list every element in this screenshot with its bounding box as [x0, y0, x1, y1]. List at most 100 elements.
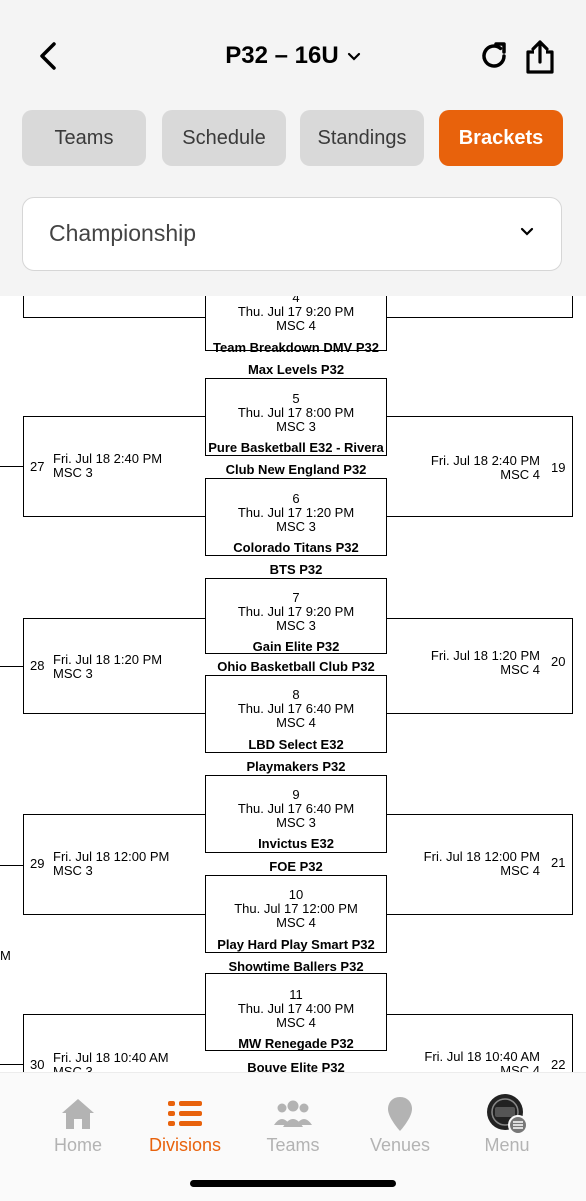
bracket-connector [23, 416, 205, 517]
match-venue: MSC 3 [276, 618, 316, 633]
nav-venues[interactable]: Venues [350, 1095, 450, 1156]
team-name: Club New England P32 [225, 462, 367, 477]
tab-teams[interactable]: Teams [22, 110, 146, 166]
team-name: FOE P32 [269, 859, 323, 874]
p32-logo-menu-icon [487, 1094, 528, 1135]
round-venue: MSC 4 [500, 662, 540, 677]
bracket-connector [23, 296, 205, 318]
match-venue: MSC 3 [276, 815, 316, 830]
nav-divisions-label: Divisions [148, 1135, 222, 1155]
round-time: Fri. Jul 18 1:20 PM [53, 652, 163, 667]
connector-stub [0, 1064, 23, 1065]
round-time: Fri. Jul 18 2:40 PM [53, 451, 163, 466]
team-name: Play Hard Play Smart P32 [217, 937, 375, 952]
nav-venues-label: Venues [369, 1135, 431, 1155]
team-name: LBD Select E32 [248, 737, 344, 752]
refresh-icon[interactable] [476, 38, 512, 74]
nav-menu-label: Menu [484, 1135, 530, 1155]
match-venue: MSC 4 [276, 1015, 316, 1030]
team-name: Colorado Titans P32 [233, 540, 359, 555]
match-time: Thu. Jul 17 9:20 PM [237, 604, 355, 619]
match-time: Thu. Jul 17 9:20 PM [237, 304, 355, 319]
round-time: Fri. Jul 18 10:40 AM [53, 1050, 169, 1065]
home-indicator [190, 1180, 396, 1187]
bracket-connector [387, 618, 573, 714]
team-name: MW Renegade P32 [238, 1036, 354, 1051]
match-time: Thu. Jul 17 4:00 PM [237, 1001, 355, 1016]
round-venue: MSC 4 [500, 863, 540, 878]
match-venue: MSC 4 [276, 318, 316, 333]
round-venue: MSC 3 [53, 465, 93, 480]
round-venue: MSC 4 [500, 1063, 540, 1072]
division-title-text: P32 – 16U [225, 42, 339, 69]
round-number: 20 [551, 654, 566, 669]
tab-schedule[interactable]: Schedule [162, 110, 286, 166]
tab-brackets[interactable]: Brackets [439, 110, 563, 166]
venue-pin-icon [388, 1097, 412, 1131]
team-name: Bouve Elite P32 [247, 1060, 345, 1072]
match-number: 10 [288, 887, 304, 902]
round-venue: MSC 3 [53, 863, 93, 878]
match-venue: MSC 3 [276, 419, 316, 434]
round-time: Fri. Jul 18 10:40 AM [424, 1049, 540, 1064]
round-number: 28 [30, 658, 45, 673]
round-venue: MSC 3 [53, 666, 93, 681]
match-number: 8 [292, 687, 300, 702]
bracket-select[interactable]: Championship [22, 197, 562, 271]
bracket-connector [387, 296, 573, 318]
top-header: P32 – 16U Teams Schedule Standings Brack… [0, 0, 586, 296]
match-venue: MSC 3 [276, 519, 316, 534]
round-time: Fri. Jul 18 12:00 PM [423, 849, 540, 864]
teams-icon [274, 1100, 312, 1127]
tab-standings[interactable]: Standings [300, 110, 424, 166]
round-number: 21 [551, 855, 566, 870]
match-venue: MSC 4 [276, 715, 316, 730]
team-name: Gain Elite P32 [252, 639, 340, 654]
round-venue: MSC 3 [53, 1064, 93, 1072]
match-time: Thu. Jul 17 12:00 PM [234, 901, 358, 916]
team-name: Showtime Ballers P32 [228, 959, 364, 974]
nav-home-label: Home [53, 1135, 102, 1155]
share-icon[interactable] [522, 38, 558, 76]
nav-teams[interactable]: Teams [243, 1095, 343, 1156]
round-number: 27 [30, 459, 45, 474]
match-number: 9 [292, 787, 300, 802]
home-icon [62, 1099, 94, 1129]
bracket-view[interactable]: 4 Thu. Jul 17 9:20 PM MSC 4 Team Breakdo… [0, 296, 586, 1072]
bracket-connector [387, 814, 573, 915]
round-time: Fri. Jul 18 1:20 PM [430, 648, 540, 663]
match-time: Thu. Jul 17 6:40 PM [237, 701, 355, 716]
team-name: Pure Basketball E32 - Rivera [208, 440, 384, 455]
match-venue: MSC 4 [276, 915, 316, 930]
round-number: 19 [551, 460, 566, 475]
team-name: Max Levels P32 [247, 362, 345, 377]
team-name: Playmakers P32 [246, 759, 346, 774]
match-time: Thu. Jul 17 8:00 PM [237, 405, 355, 420]
bracket-select-value: Championship [49, 220, 197, 246]
bracket-connector [23, 814, 205, 915]
match-number: 11 [289, 987, 303, 1002]
team-name: Team Breakdown DMV P32 [213, 340, 379, 355]
round-venue: MSC 4 [500, 467, 540, 482]
round-time: Fri. Jul 18 12:00 PM [53, 849, 170, 864]
connector-stub [0, 865, 23, 866]
connector-stub [0, 466, 23, 467]
team-name: Invictus E32 [258, 836, 334, 851]
divisions-list-icon [168, 1101, 202, 1126]
round-time: Fri. Jul 18 2:40 PM [430, 453, 540, 468]
match-number: 5 [292, 391, 300, 406]
connector-stub [0, 666, 23, 667]
round-number: 29 [30, 856, 45, 871]
chevron-down-icon [347, 52, 360, 61]
round-number: 22 [551, 1057, 566, 1072]
team-name: Ohio Basketball Club P32 [217, 659, 375, 674]
nav-divisions[interactable]: Divisions [135, 1095, 235, 1156]
match-time: Thu. Jul 17 1:20 PM [237, 505, 355, 520]
nav-menu[interactable]: Menu [457, 1094, 557, 1156]
nav-teams-label: Teams [266, 1135, 320, 1155]
nav-home[interactable]: Home [28, 1095, 128, 1156]
round-number: 30 [30, 1057, 45, 1072]
edge-fragment-text: M [0, 948, 11, 963]
match-number: 6 [292, 491, 300, 506]
chevron-down-icon [520, 227, 534, 236]
